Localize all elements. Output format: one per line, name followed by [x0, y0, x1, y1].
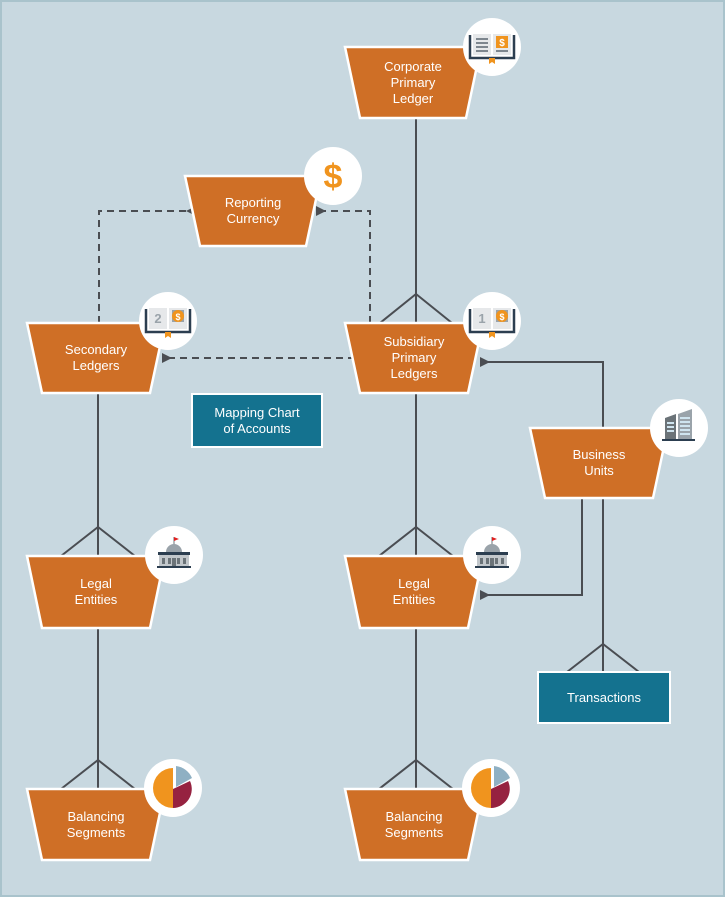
label-corporate-primary-ledger: Corporate Primary Ledger [384, 58, 442, 106]
connector-business-subsidiary [480, 357, 604, 428]
svg-text:2: 2 [154, 311, 161, 326]
label-balancing-segments-right: Balancing Segments [384, 808, 444, 840]
dollar-sign-icon: $ [324, 158, 343, 196]
label-subsidiary-primary-ledgers: Subsidiary Primary Ledgers [383, 334, 445, 381]
label-business-units: Business Units [572, 447, 626, 478]
svg-text:$: $ [175, 312, 180, 322]
svg-text:1: 1 [478, 311, 485, 326]
label-legal-entities-right: Legal Entities [392, 576, 436, 607]
label-balancing-segments-left: Balancing Segments [66, 808, 126, 840]
dashed-subsidiary-reporting [316, 206, 371, 323]
svg-text:$: $ [499, 38, 505, 49]
label-legal-entities-left: Legal Entities [74, 576, 118, 607]
icon-circle-corporate [463, 18, 521, 76]
label-transactions: Transactions [567, 689, 641, 705]
label-reporting-currency: Reporting Currency [224, 195, 282, 226]
label-mapping-chart: Mapping Chart of Accounts [214, 404, 300, 436]
svg-text:$: $ [499, 312, 504, 322]
label-secondary-ledgers: Secondary Ledgers [64, 342, 128, 373]
